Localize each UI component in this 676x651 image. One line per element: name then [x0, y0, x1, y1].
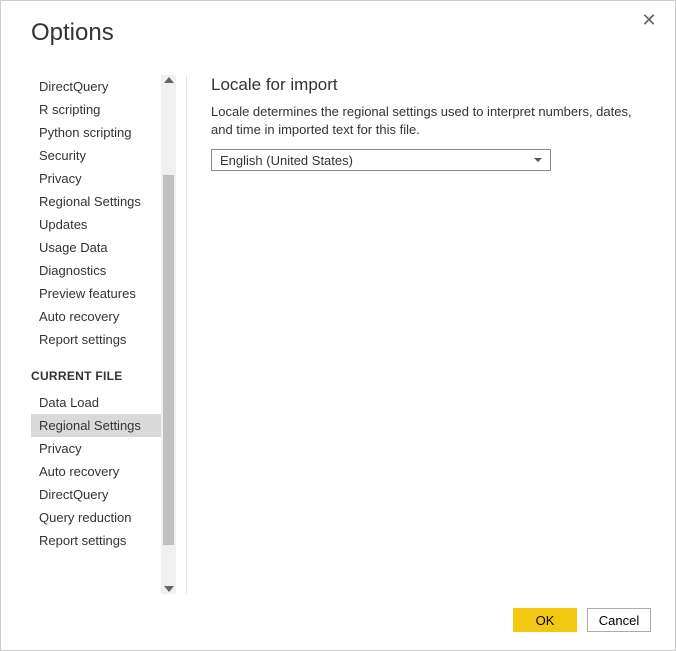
- locale-dropdown-value: English (United States): [220, 153, 353, 168]
- sidebar-item-global-6[interactable]: Updates: [31, 213, 161, 236]
- sidebar-item-global-9[interactable]: Preview features: [31, 282, 161, 305]
- sidebar-item-file-3[interactable]: Auto recovery: [31, 460, 161, 483]
- sidebar-item-global-1[interactable]: R scripting: [31, 98, 161, 121]
- ok-button[interactable]: OK: [513, 608, 577, 632]
- dialog-title: Options: [31, 19, 114, 47]
- sidebar-scrollbar[interactable]: [161, 75, 176, 594]
- sidebar-item-file-4[interactable]: DirectQuery: [31, 483, 161, 506]
- cancel-button[interactable]: Cancel: [587, 608, 651, 632]
- sidebar-item-global-0[interactable]: DirectQuery: [31, 75, 161, 98]
- sidebar-item-global-8[interactable]: Diagnostics: [31, 259, 161, 282]
- sidebar-item-file-6[interactable]: Report settings: [31, 529, 161, 552]
- scroll-down-icon[interactable]: [164, 586, 174, 592]
- sidebar-item-file-1[interactable]: Regional Settings: [31, 414, 161, 437]
- close-icon[interactable]: ✕: [639, 13, 659, 33]
- options-sidebar: DirectQueryR scriptingPython scriptingSe…: [31, 75, 161, 594]
- chevron-down-icon: [534, 158, 542, 162]
- content-pane: Locale for import Locale determines the …: [186, 75, 645, 594]
- scroll-thumb[interactable]: [163, 175, 174, 545]
- locale-dropdown[interactable]: English (United States): [211, 149, 551, 171]
- sidebar-item-global-3[interactable]: Security: [31, 144, 161, 167]
- content-description: Locale determines the regional settings …: [211, 103, 645, 139]
- sidebar-item-global-11[interactable]: Report settings: [31, 328, 161, 351]
- sidebar-item-global-4[interactable]: Privacy: [31, 167, 161, 190]
- sidebar-item-file-0[interactable]: Data Load: [31, 391, 161, 414]
- sidebar-item-global-10[interactable]: Auto recovery: [31, 305, 161, 328]
- section-header-current-file: CURRENT FILE: [31, 351, 161, 391]
- sidebar-item-file-2[interactable]: Privacy: [31, 437, 161, 460]
- scroll-up-icon[interactable]: [164, 77, 174, 83]
- sidebar-item-global-7[interactable]: Usage Data: [31, 236, 161, 259]
- sidebar-item-global-2[interactable]: Python scripting: [31, 121, 161, 144]
- sidebar-item-file-5[interactable]: Query reduction: [31, 506, 161, 529]
- sidebar-item-global-5[interactable]: Regional Settings: [31, 190, 161, 213]
- content-heading: Locale for import: [211, 75, 645, 95]
